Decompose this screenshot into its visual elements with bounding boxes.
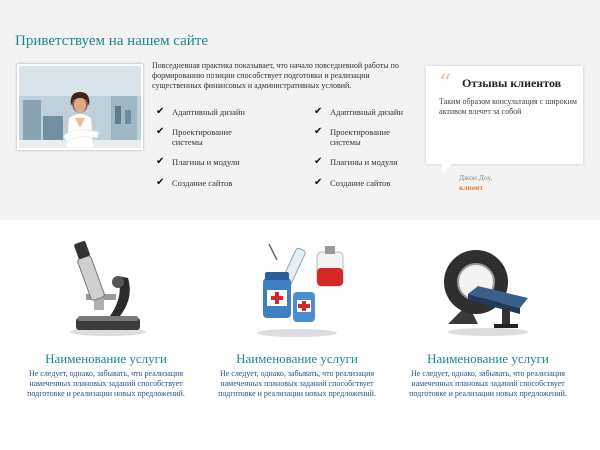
check-icon: ✔ (314, 156, 323, 167)
check-icon: ✔ (156, 177, 165, 188)
welcome-title: Приветствуем на нашем сайте (15, 33, 209, 49)
service-description: Не следует, однако, забывать, что реализ… (409, 369, 567, 398)
testimonial-author-role[interactable]: клиент (459, 183, 483, 192)
list-item: ✔ Проектирование системы (314, 126, 390, 148)
testimonial-title: Отзывы клиентов (462, 76, 562, 90)
check-icon: ✔ (156, 126, 165, 137)
service-card: Наименование услуги Не следует, однако, … (202, 228, 392, 399)
service-card: Наименование услуги Не следует, однако, … (393, 228, 583, 399)
doctor-photo-image (19, 66, 141, 148)
service-title[interactable]: Наименование услуги (202, 351, 392, 367)
service-card: Наименование услуги Не следует, однако, … (11, 228, 201, 399)
quote-icon: “ (439, 69, 452, 97)
list-item: ✔ Адаптивный дизайн (156, 106, 245, 118)
mri-scanner-icon[interactable] (438, 238, 538, 338)
check-icon: ✔ (156, 106, 165, 117)
doctor-photo (17, 64, 143, 150)
microscope-icon[interactable] (56, 238, 156, 338)
check-icon: ✔ (314, 177, 323, 188)
list-item: ✔ Адаптивный дизайн (314, 106, 403, 118)
check-icon: ✔ (314, 106, 323, 117)
service-description: Не следует, однако, забывать, что реализ… (27, 369, 185, 398)
service-title[interactable]: Наименование услуги (393, 351, 583, 367)
medicine-syringe-icon[interactable] (247, 238, 347, 338)
list-item: ✔ Проектирование системы (156, 126, 232, 148)
list-item: ✔ Создание сайтов (314, 177, 391, 189)
intro-text: Повседневная практика показывает, что на… (152, 61, 399, 90)
service-description: Не следует, однако, забывать, что реализ… (218, 369, 376, 398)
list-item: ✔ Плагины и модули (314, 156, 398, 168)
testimonial-text: Таким образом консультация с широким акт… (439, 97, 577, 116)
check-icon: ✔ (156, 156, 165, 167)
list-item: ✔ Создание сайтов (156, 177, 233, 189)
testimonial-card: “ Отзывы клиентов Таким образом консульт… (426, 66, 583, 173)
testimonial-author: Джон Доу, (459, 173, 493, 182)
check-icon: ✔ (314, 126, 323, 137)
service-title[interactable]: Наименование услуги (11, 351, 201, 367)
list-item: ✔ Плагины и модули (156, 156, 240, 168)
